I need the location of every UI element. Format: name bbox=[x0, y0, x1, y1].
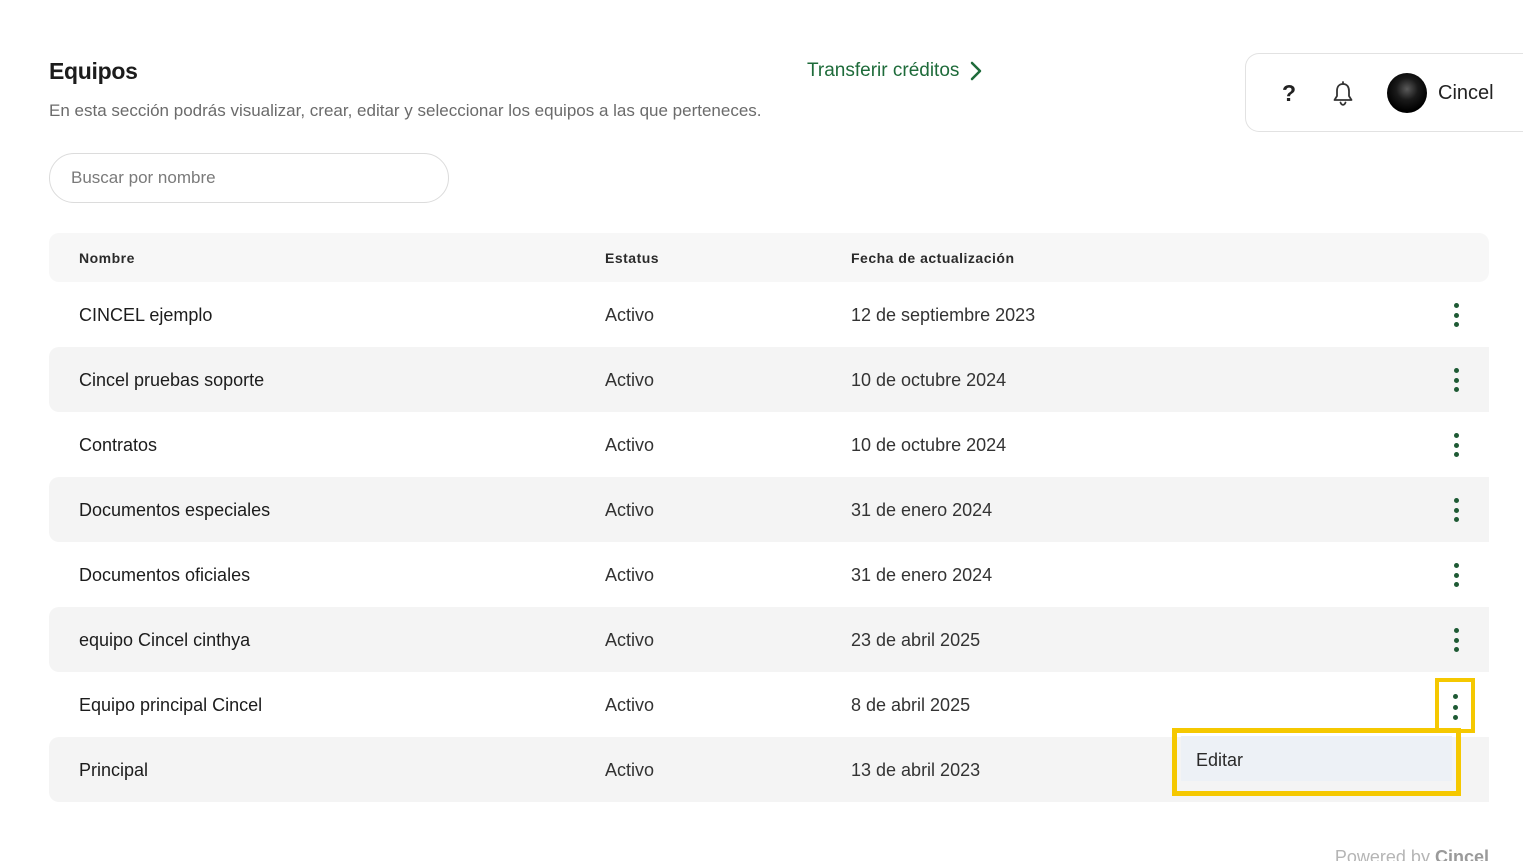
table-row[interactable]: Contratos Activo 10 de octubre 2024 bbox=[49, 412, 1489, 477]
row-status: Activo bbox=[605, 630, 655, 650]
table-row[interactable]: Documentos oficiales Activo 31 de enero … bbox=[49, 542, 1489, 607]
column-header-status: Estatus bbox=[605, 250, 660, 266]
page-subtitle: En esta sección podrás visualizar, crear… bbox=[49, 101, 762, 120]
row-date: 31 de enero 2024 bbox=[851, 500, 993, 520]
column-header-name: Nombre bbox=[79, 250, 135, 266]
more-options-icon[interactable] bbox=[1449, 366, 1463, 394]
row-name: Documentos especiales bbox=[79, 500, 271, 520]
help-icon[interactable]: ? bbox=[1282, 80, 1296, 107]
row-status: Activo bbox=[605, 305, 655, 325]
avatar[interactable] bbox=[1387, 73, 1427, 113]
row-status: Activo bbox=[605, 565, 655, 585]
edit-menu-item[interactable]: Editar bbox=[1181, 736, 1452, 781]
page-title: Equipos bbox=[49, 58, 138, 84]
bell-icon[interactable] bbox=[1331, 81, 1355, 107]
powered-by: Powered by Cincel bbox=[1335, 847, 1489, 861]
row-date: 10 de octubre 2024 bbox=[851, 370, 1007, 390]
row-status: Activo bbox=[605, 370, 655, 390]
table-row[interactable]: Documentos especiales Activo 31 de enero… bbox=[49, 477, 1489, 542]
user-name[interactable]: Cincel bbox=[1438, 82, 1494, 105]
table-row[interactable]: CINCEL ejemplo Activo 12 de septiembre 2… bbox=[49, 282, 1489, 347]
row-name: equipo Cincel cinthya bbox=[79, 630, 251, 650]
table-header: Nombre Estatus Fecha de actualización bbox=[49, 233, 1489, 282]
user-bar: ? Cincel bbox=[1245, 53, 1523, 132]
row-date: 31 de enero 2024 bbox=[851, 565, 993, 585]
more-options-icon[interactable] bbox=[1449, 561, 1463, 589]
search-input[interactable] bbox=[49, 153, 449, 203]
teams-table: Nombre Estatus Fecha de actualización CI… bbox=[49, 233, 1489, 802]
more-options-icon[interactable] bbox=[1449, 626, 1463, 654]
row-name: Contratos bbox=[79, 435, 158, 455]
more-options-icon[interactable] bbox=[1449, 431, 1463, 459]
chevron-right-icon bbox=[971, 61, 982, 81]
row-name: Documentos oficiales bbox=[79, 565, 251, 585]
row-status: Activo bbox=[605, 435, 655, 455]
more-options-highlight[interactable] bbox=[1435, 678, 1475, 733]
more-options-icon[interactable] bbox=[1449, 301, 1463, 329]
table-row[interactable]: equipo Cincel cinthya Activo 23 de abril… bbox=[49, 607, 1489, 672]
row-status: Activo bbox=[605, 760, 655, 780]
table-row[interactable]: Cincel pruebas soporte Activo 10 de octu… bbox=[49, 347, 1489, 412]
powered-by-brand: Cincel bbox=[1434, 847, 1489, 861]
more-options-icon[interactable] bbox=[1453, 694, 1458, 720]
powered-by-prefix: Powered by bbox=[1334, 847, 1430, 861]
transfer-credits-label: Transferir créditos bbox=[807, 60, 960, 81]
row-name: Cincel pruebas soporte bbox=[79, 370, 265, 390]
row-date: 10 de octubre 2024 bbox=[851, 435, 1007, 455]
row-status: Activo bbox=[605, 500, 655, 520]
row-name: CINCEL ejemplo bbox=[79, 305, 213, 325]
more-options-icon[interactable] bbox=[1449, 496, 1463, 524]
row-date: 13 de abril 2023 bbox=[851, 760, 981, 780]
row-date: 8 de abril 2025 bbox=[851, 695, 971, 715]
transfer-credits-link[interactable]: Transferir créditos bbox=[807, 60, 983, 82]
row-date: 12 de septiembre 2023 bbox=[851, 305, 1036, 325]
row-name: Principal bbox=[79, 760, 149, 780]
row-date: 23 de abril 2025 bbox=[851, 630, 981, 650]
row-name: Equipo principal Cincel bbox=[79, 695, 263, 715]
column-header-date: Fecha de actualización bbox=[851, 250, 1015, 266]
row-status: Activo bbox=[605, 695, 655, 715]
